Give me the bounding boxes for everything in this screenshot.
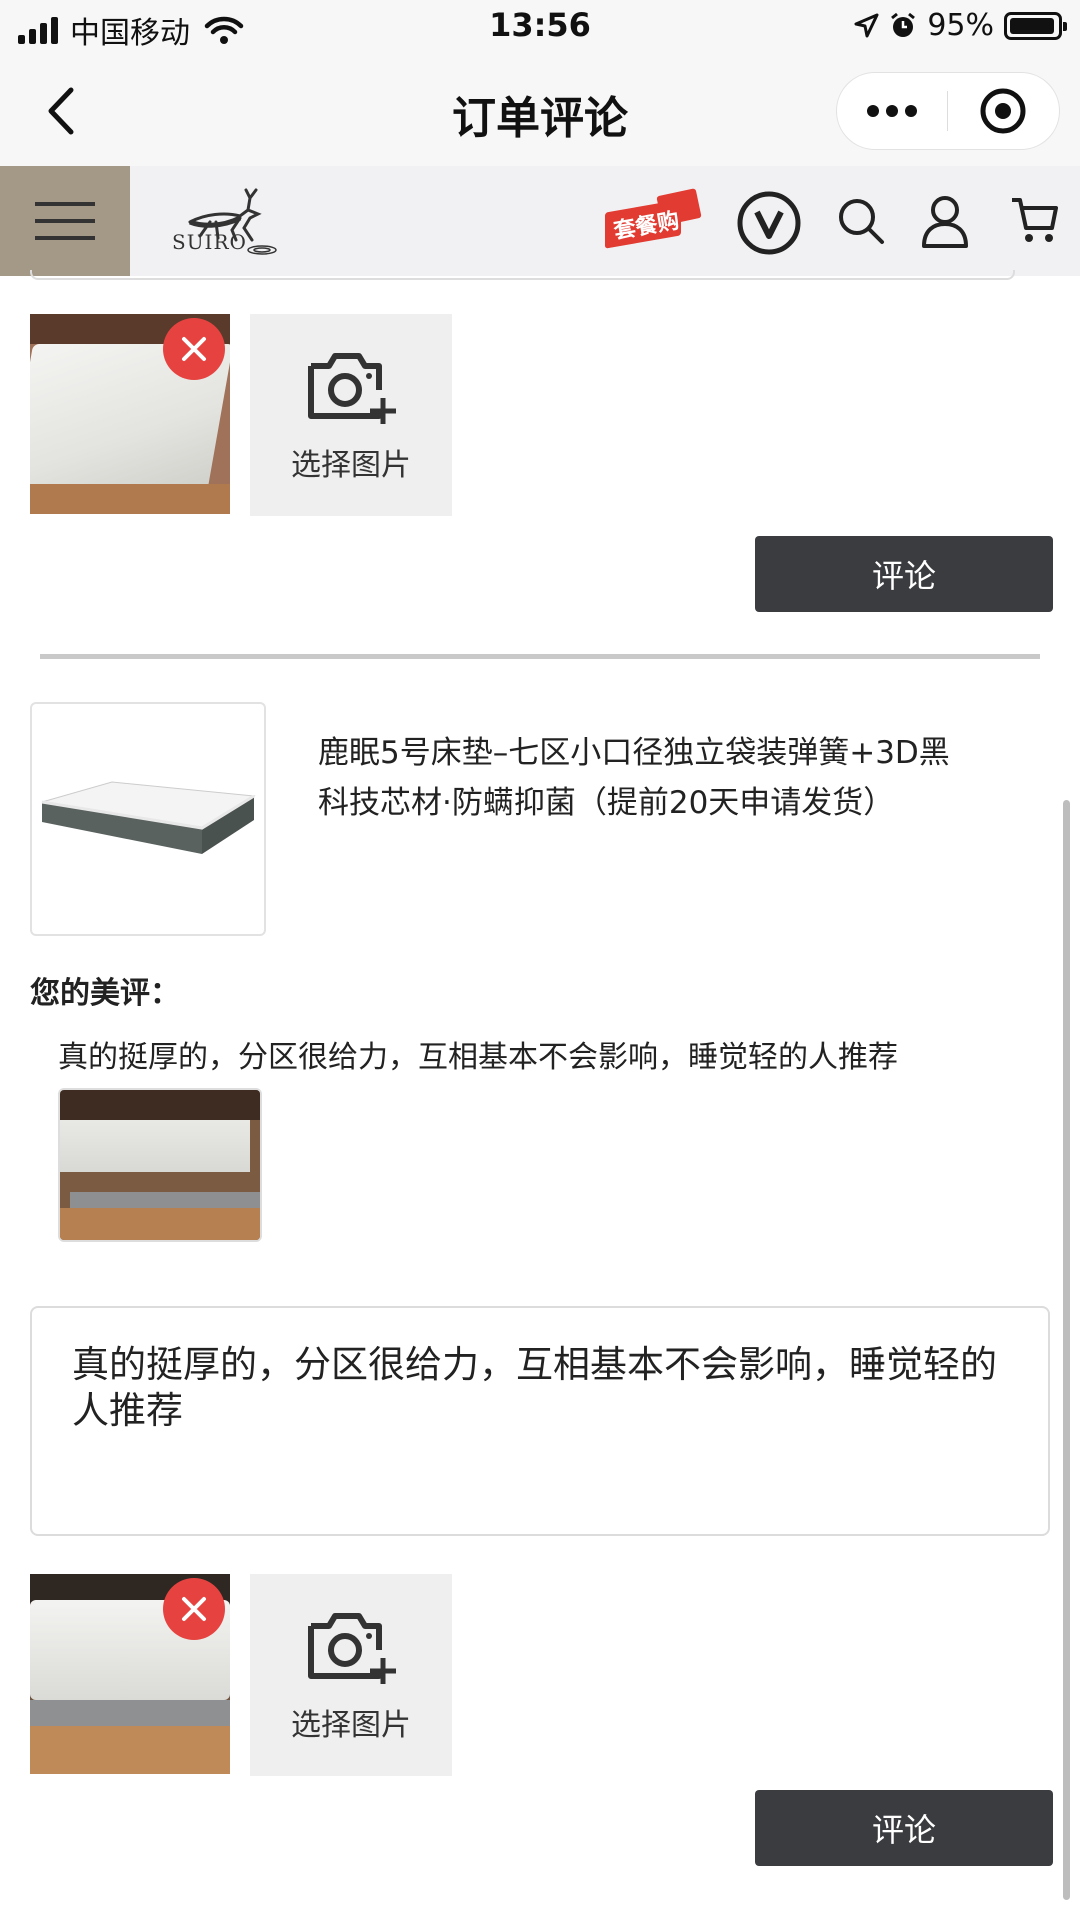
mattress-image — [41, 781, 256, 854]
section-divider — [40, 654, 1040, 659]
choose-image-label: 选择图片 — [291, 448, 411, 483]
close-icon — [182, 1597, 206, 1621]
alarm-icon — [891, 12, 916, 37]
add-photo-icon — [308, 353, 396, 424]
location-icon — [854, 13, 879, 37]
close-icon — [182, 337, 206, 361]
battery-percent: 95% — [927, 8, 994, 43]
more-dot-icon — [904, 105, 917, 117]
more-dot-icon — [885, 105, 898, 117]
remove-photo-button[interactable] — [163, 318, 225, 380]
review-text: 真的挺厚的，分区很给力，互相基本不会影响，睡觉轻的人推荐 — [58, 1040, 898, 1075]
scrollbar[interactable] — [1063, 800, 1070, 1900]
user-icon[interactable] — [920, 194, 970, 248]
menu-button[interactable] — [0, 166, 130, 276]
choose-image-button[interactable]: 选择图片 — [250, 314, 452, 516]
submit-comment-button[interactable]: 评论 — [755, 1790, 1053, 1866]
choose-image-button[interactable]: 选择图片 — [250, 1574, 452, 1776]
mini-program-capsule — [836, 72, 1060, 150]
package-deal-badge[interactable]: 套餐购 — [605, 188, 705, 250]
status-bar: 中国移动 13:56 95% — [0, 0, 1080, 56]
comment-input[interactable]: 真的挺厚的，分区很给力，互相基本不会影响，睡觉轻的人推荐 — [30, 1306, 1050, 1536]
brand-logo-text: SUIRO — [172, 230, 247, 254]
more-options-button[interactable] — [837, 105, 947, 117]
hamburger-line — [35, 219, 95, 223]
close-mini-program-button[interactable] — [948, 87, 1060, 135]
submit-comment-button[interactable]: 评论 — [755, 536, 1053, 612]
search-icon[interactable] — [836, 196, 886, 246]
battery-icon — [1004, 11, 1067, 40]
add-photo-icon — [308, 1613, 396, 1684]
vip-icon[interactable] — [736, 190, 802, 256]
review-photo[interactable] — [58, 1088, 262, 1242]
product-title: 鹿眠5号床垫–七区小口径独立袋装弹簧+3D黑科技芯材·防螨抑菌（提前20天申请发… — [318, 735, 950, 821]
previous-input-box-edge — [30, 270, 1015, 280]
navigation-bar: 订单评论 — [0, 56, 1080, 166]
site-header: SUIRO — [0, 166, 1080, 276]
product-image — [30, 702, 266, 936]
hamburger-line — [35, 236, 95, 240]
target-icon — [980, 88, 1026, 134]
hamburger-line — [35, 202, 95, 206]
choose-image-label: 选择图片 — [291, 1708, 411, 1743]
review-label: 您的美评： — [30, 976, 180, 1011]
more-dot-icon — [866, 105, 879, 117]
cart-icon[interactable] — [1010, 196, 1060, 244]
remove-photo-button[interactable] — [163, 1578, 225, 1640]
